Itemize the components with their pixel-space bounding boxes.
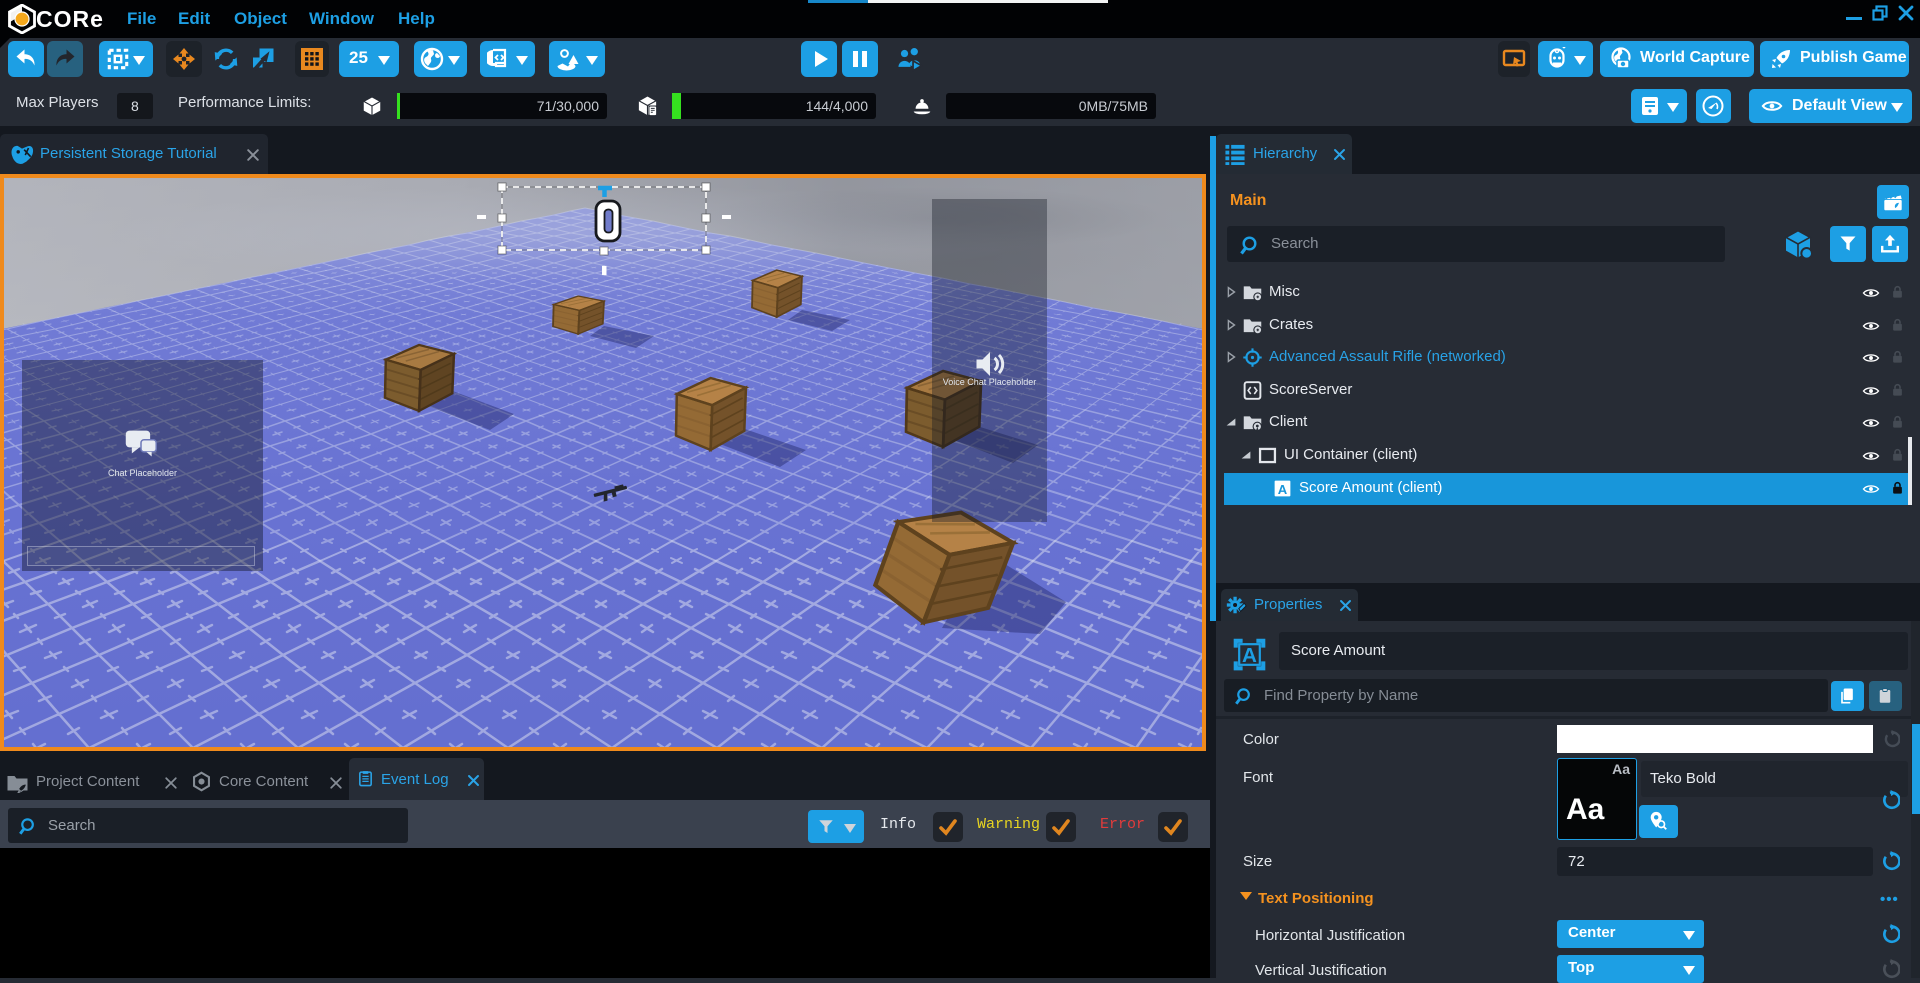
svg-text:A: A: [1278, 482, 1288, 497]
svg-text:A: A: [1242, 644, 1257, 667]
